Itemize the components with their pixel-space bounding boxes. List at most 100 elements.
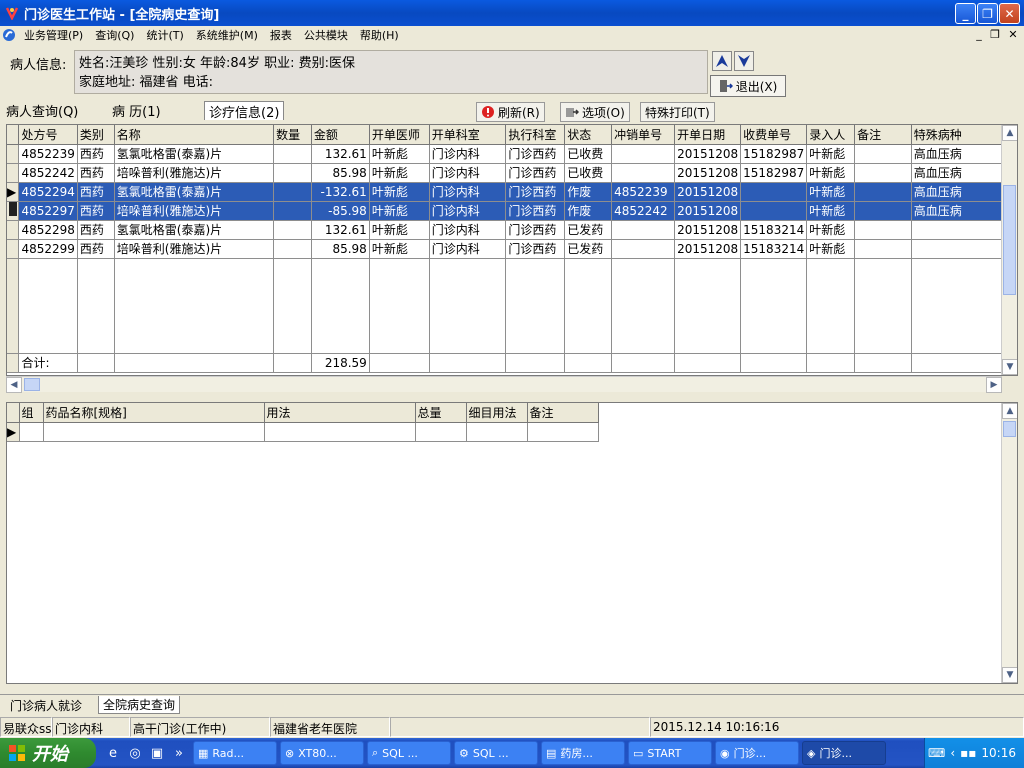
table-row[interactable]: ▶ 4852294 西药 氢氯吡格雷(泰嘉)片 -132.61 叶新彪 门诊内科… bbox=[7, 182, 1017, 202]
cell-rx-no[interactable]: 4852242 bbox=[18, 163, 78, 183]
cell-date[interactable]: 20151208 bbox=[674, 201, 742, 221]
ie-icon[interactable]: e bbox=[104, 744, 122, 762]
task-start-folder[interactable]: ▭ START bbox=[628, 741, 712, 765]
restore-button[interactable]: ❐ bbox=[977, 3, 998, 24]
cell-receipt-no[interactable]: 15183214 bbox=[740, 239, 808, 259]
scroll-right-icon[interactable]: ▶ bbox=[986, 377, 1002, 393]
cell-receipt-no[interactable]: 15182987 bbox=[740, 144, 808, 164]
cell-status[interactable]: 已发药 bbox=[564, 239, 613, 259]
cell-doctor[interactable]: 叶新彪 bbox=[369, 144, 430, 164]
cell-name[interactable]: 氢氯吡格雷(泰嘉)片 bbox=[114, 220, 275, 240]
cell-rx-no[interactable]: 4852297 bbox=[18, 201, 78, 221]
cell-category[interactable]: 西药 bbox=[77, 201, 115, 221]
cell-name[interactable]: 培哚普利(雅施达)片 bbox=[114, 163, 275, 183]
col-header-void-no[interactable]: 冲销单号 bbox=[611, 125, 676, 145]
close-button[interactable]: ✕ bbox=[999, 3, 1020, 24]
cell-usage[interactable] bbox=[264, 422, 416, 442]
more-icon[interactable]: » bbox=[170, 744, 188, 762]
desktop-icon[interactable]: ▣ bbox=[148, 744, 166, 762]
cell-total[interactable] bbox=[415, 422, 467, 442]
cell-quantity[interactable] bbox=[273, 239, 312, 259]
cell-name[interactable]: 培哚普利(雅施达)片 bbox=[114, 201, 275, 221]
cell-doctor[interactable]: 叶新彪 bbox=[369, 220, 430, 240]
scroll-up-icon[interactable]: ▲ bbox=[1002, 403, 1017, 419]
mdi-restore-button[interactable]: ❐ bbox=[988, 28, 1002, 41]
task-outpatient-2[interactable]: ◈ 门诊... bbox=[802, 741, 886, 765]
cell-quantity[interactable] bbox=[273, 163, 312, 183]
cell-remarks[interactable] bbox=[527, 422, 599, 442]
row-indicator-current[interactable]: ▶ bbox=[7, 182, 20, 202]
cell-category[interactable]: 西药 bbox=[77, 144, 115, 164]
cell-notes[interactable] bbox=[854, 220, 912, 240]
drug-detail-vscroll[interactable]: ▲ ▼ bbox=[1001, 403, 1017, 683]
task-sql-2[interactable]: ⚙ SQL ... bbox=[454, 741, 538, 765]
cell-void-no[interactable] bbox=[611, 163, 676, 183]
col-header-total[interactable]: 总量 bbox=[415, 403, 467, 423]
task-pharmacy[interactable]: ▤ 药房... bbox=[541, 741, 625, 765]
cell-dept[interactable]: 门诊内科 bbox=[429, 239, 507, 259]
cell-entered-by[interactable]: 叶新彪 bbox=[806, 182, 856, 202]
keyboard-icon[interactable]: ⌨ bbox=[928, 746, 945, 760]
cell-amount[interactable]: -132.61 bbox=[311, 182, 370, 202]
col-header-amount[interactable]: 金额 bbox=[311, 125, 370, 145]
table-row[interactable]: ▶ bbox=[7, 422, 599, 442]
options-button[interactable]: 选项(O) bbox=[560, 102, 630, 122]
cell-exec-dept[interactable]: 门诊西药 bbox=[505, 144, 566, 164]
cell-void-no[interactable]: 4852239 bbox=[611, 182, 676, 202]
cell-category[interactable]: 西药 bbox=[77, 163, 115, 183]
cell-amount[interactable]: 132.61 bbox=[311, 220, 370, 240]
col-header-date[interactable]: 开单日期 bbox=[674, 125, 742, 145]
cell-category[interactable]: 西药 bbox=[77, 220, 115, 240]
cell-notes[interactable] bbox=[854, 201, 912, 221]
menu-query[interactable]: 查询(Q) bbox=[89, 27, 140, 43]
table-row[interactable]: 4852299 西药 培哚普利(雅施达)片 85.98 叶新彪 门诊内科 门诊西… bbox=[7, 239, 1017, 259]
table-row[interactable]: 4852297 西药 培哚普利(雅施达)片 -85.98 叶新彪 门诊内科 门诊… bbox=[7, 201, 1017, 221]
scroll-down-icon[interactable]: ▼ bbox=[1002, 667, 1017, 683]
row-indicator[interactable] bbox=[7, 144, 20, 164]
exit-button[interactable]: 退出(X) bbox=[710, 75, 786, 97]
scroll-down-icon[interactable]: ▼ bbox=[1002, 359, 1017, 375]
cell-detail-usage[interactable] bbox=[466, 422, 528, 442]
special-print-button[interactable]: 特殊打印(T) bbox=[640, 102, 715, 122]
menu-system[interactable]: 系统维护(M) bbox=[190, 27, 264, 43]
table-row[interactable]: 4852239 西药 氢氯吡格雷(泰嘉)片 132.61 叶新彪 门诊内科 门诊… bbox=[7, 144, 1017, 164]
col-header-detail-usage[interactable]: 细目用法 bbox=[466, 403, 528, 423]
row-indicator-current[interactable]: ▶ bbox=[7, 422, 20, 442]
row-indicator[interactable] bbox=[7, 163, 20, 183]
cell-doctor[interactable]: 叶新彪 bbox=[369, 239, 430, 259]
cell-notes[interactable] bbox=[854, 144, 912, 164]
menu-business[interactable]: 业务管理(P) bbox=[18, 27, 89, 43]
cell-receipt-no[interactable]: 15183214 bbox=[740, 220, 808, 240]
col-header-category[interactable]: 类别 bbox=[77, 125, 115, 145]
col-header-status[interactable]: 状态 bbox=[564, 125, 613, 145]
scroll-thumb[interactable] bbox=[1003, 421, 1016, 437]
cell-date[interactable]: 20151208 bbox=[674, 239, 742, 259]
cell-doctor[interactable]: 叶新彪 bbox=[369, 163, 430, 183]
cell-receipt-no[interactable]: 15182987 bbox=[740, 163, 808, 183]
tab-diagnosis-info[interactable]: 诊疗信息(2) bbox=[204, 101, 285, 121]
cell-category[interactable]: 西药 bbox=[77, 239, 115, 259]
col-header-remarks[interactable]: 备注 bbox=[527, 403, 599, 423]
cell-entered-by[interactable]: 叶新彪 bbox=[806, 144, 856, 164]
cell-dept[interactable]: 门诊内科 bbox=[429, 201, 507, 221]
cell-amount[interactable]: 85.98 bbox=[311, 239, 370, 259]
menu-reports[interactable]: 报表 bbox=[264, 27, 298, 43]
cell-dept[interactable]: 门诊内科 bbox=[429, 220, 507, 240]
cell-name[interactable]: 氢氯吡格雷(泰嘉)片 bbox=[114, 144, 275, 164]
cell-doctor[interactable]: 叶新彪 bbox=[369, 182, 430, 202]
cell-notes[interactable] bbox=[854, 182, 912, 202]
cell-status[interactable]: 已发药 bbox=[564, 220, 613, 240]
menu-public[interactable]: 公共模块 bbox=[298, 27, 354, 43]
cell-quantity[interactable] bbox=[273, 220, 312, 240]
cell-status[interactable]: 已收费 bbox=[564, 144, 613, 164]
next-patient-button[interactable] bbox=[734, 51, 754, 71]
table-row[interactable]: 4852298 西药 氢氯吡格雷(泰嘉)片 132.61 叶新彪 门诊内科 门诊… bbox=[7, 220, 1017, 240]
task-xt80[interactable]: ⊗ XT80... bbox=[280, 741, 364, 765]
clock[interactable]: 10:16 bbox=[981, 746, 1016, 760]
cell-entered-by[interactable]: 叶新彪 bbox=[806, 239, 856, 259]
cell-amount[interactable]: -85.98 bbox=[311, 201, 370, 221]
tray-expand-icon[interactable]: ‹ bbox=[950, 746, 955, 760]
mdi-minimize-button[interactable]: _ bbox=[972, 28, 986, 41]
cell-rx-no[interactable]: 4852239 bbox=[18, 144, 78, 164]
cell-date[interactable]: 20151208 bbox=[674, 144, 742, 164]
